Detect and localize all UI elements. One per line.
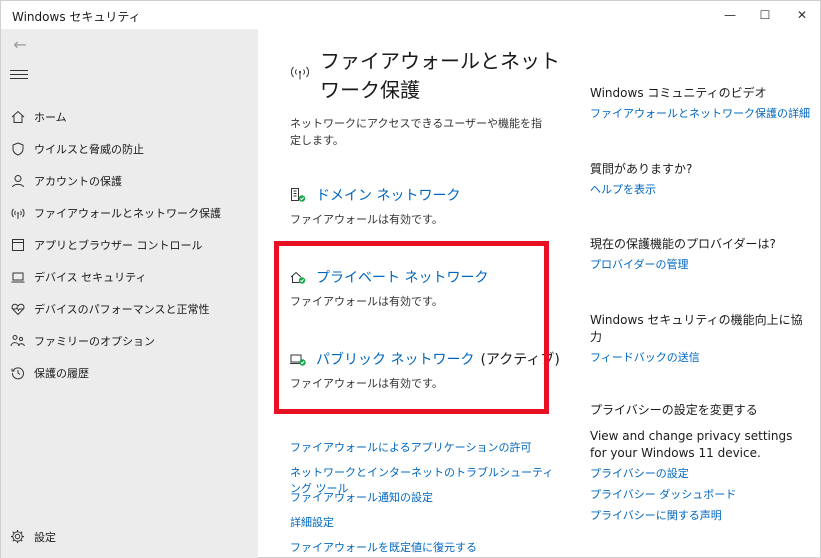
- window-title: Windows セキュリティ: [12, 10, 141, 24]
- feedback-section: Windows セキュリティの機能向上に協力 フィードバックの送信: [590, 312, 810, 366]
- sidebar: ← ホーム ウイルスと脅威の防止 アカウントの保護 ファイアウォールとネットワー…: [1, 29, 258, 558]
- sidebar-item-settings[interactable]: 設定: [1, 523, 258, 551]
- allow-app-link[interactable]: ファイアウォールによるアプリケーションの許可: [290, 440, 560, 465]
- family-icon: [10, 333, 26, 349]
- maximize-icon: ☐: [759, 8, 771, 22]
- back-button[interactable]: ←: [10, 34, 30, 54]
- domain-network-icon: [290, 187, 308, 203]
- firewall-links: ファイアウォールによるアプリケーションの許可 ネットワークとインターネットのトラ…: [290, 440, 560, 558]
- settings-label: 設定: [34, 531, 56, 544]
- privacy-heading: プライバシーの設定を変更する: [590, 403, 758, 417]
- heart-icon: [10, 301, 26, 317]
- title-bar: Windows セキュリティ — ☐ ✕: [1, 1, 820, 29]
- sidebar-item-app-browser[interactable]: アプリとブラウザー コントロール: [1, 231, 258, 259]
- provider-heading: 現在の保護機能のプロバイダーは?: [590, 237, 776, 251]
- gear-icon: [10, 529, 26, 545]
- sidebar-item-label: アプリとブラウザー コントロール: [34, 239, 203, 252]
- sidebar-item-device-security[interactable]: デバイス セキュリティ: [1, 263, 258, 291]
- advanced-settings-link[interactable]: 詳細設定: [290, 515, 560, 540]
- provider-section: 現在の保護機能のプロバイダーは? プロバイダーの管理: [590, 236, 810, 273]
- main-content: ファイアウォールとネットワーク保護 ネットワークにアクセスできるユーザーや機能を…: [259, 29, 564, 558]
- minimize-button[interactable]: —: [715, 1, 745, 29]
- page-title: ファイアウォールとネットワーク保護: [320, 49, 560, 102]
- firewall-details-link[interactable]: ファイアウォールとネットワーク保護の詳細: [590, 106, 810, 122]
- maximize-button[interactable]: ☐: [750, 1, 780, 29]
- shield-icon: [10, 141, 26, 157]
- sidebar-item-label: アカウントの保護: [34, 175, 122, 188]
- sidebar-item-family[interactable]: ファミリーのオプション: [1, 327, 258, 355]
- laptop-icon: [10, 269, 26, 285]
- domain-network[interactable]: ドメイン ネットワーク ファイアウォールは有効です。: [290, 185, 560, 227]
- notification-settings-link[interactable]: ファイアウォール通知の設定: [290, 490, 560, 515]
- app-window-icon: [10, 237, 26, 253]
- menu-icon[interactable]: [10, 67, 28, 83]
- sidebar-item-label: デバイス セキュリティ: [34, 271, 147, 284]
- privacy-statement-link[interactable]: プライバシーに関する声明: [590, 508, 810, 524]
- send-feedback-link[interactable]: フィードバックの送信: [590, 350, 810, 366]
- restore-defaults-link[interactable]: ファイアウォールを既定値に復元する: [290, 540, 560, 558]
- close-button[interactable]: ✕: [787, 1, 817, 29]
- sidebar-item-label: 保護の履歴: [34, 367, 89, 380]
- community-section: Windows コミュニティのビデオ ファイアウォールとネットワーク保護の詳細: [590, 85, 810, 122]
- windows-security-window: Windows セキュリティ — ☐ ✕ ← ホーム ウイルスと脅威の防止 アカ…: [0, 0, 821, 558]
- privacy-settings-link[interactable]: プライバシーの設定: [590, 466, 810, 482]
- minimize-icon: —: [724, 8, 736, 22]
- domain-network-status: ファイアウォールは有効です。: [290, 213, 443, 226]
- manage-providers-link[interactable]: プロバイダーの管理: [590, 257, 810, 273]
- troubleshooter-link[interactable]: ネットワークとインターネットのトラブルシューティング ツール: [290, 465, 560, 495]
- get-help-link[interactable]: ヘルプを表示: [590, 182, 810, 198]
- sidebar-item-protection-history[interactable]: 保護の履歴: [1, 359, 258, 387]
- highlight-box: [274, 241, 549, 414]
- sidebar-item-label: デバイスのパフォーマンスと正常性: [34, 303, 210, 316]
- back-arrow-icon: ←: [13, 34, 27, 54]
- antenna-icon: [289, 64, 311, 80]
- feedback-heading: Windows セキュリティの機能向上に協力: [590, 313, 803, 344]
- community-heading: Windows コミュニティのビデオ: [590, 86, 767, 100]
- history-icon: [10, 365, 26, 381]
- close-icon: ✕: [796, 8, 808, 22]
- privacy-text: View and change privacy settings for you…: [590, 429, 793, 460]
- sidebar-item-firewall[interactable]: ファイアウォールとネットワーク保護: [1, 199, 258, 227]
- sidebar-item-home[interactable]: ホーム: [1, 103, 258, 131]
- help-section: 質問がありますか? ヘルプを表示: [590, 161, 810, 198]
- sidebar-item-label: ファイアウォールとネットワーク保護: [34, 207, 221, 220]
- page-description: ネットワークにアクセスできるユーザーや機能を指定します。: [290, 117, 543, 147]
- sidebar-item-account[interactable]: アカウントの保護: [1, 167, 258, 195]
- privacy-section: プライバシーの設定を変更する View and change privacy s…: [590, 402, 810, 524]
- sidebar-item-label: ホーム: [34, 111, 67, 124]
- antenna-icon: [10, 205, 26, 221]
- privacy-dashboard-link[interactable]: プライバシー ダッシュボード: [590, 487, 810, 503]
- person-icon: [10, 173, 26, 189]
- help-heading: 質問がありますか?: [590, 162, 693, 176]
- sidebar-item-virus-protection[interactable]: ウイルスと脅威の防止: [1, 135, 258, 163]
- sidebar-item-label: ウイルスと脅威の防止: [34, 143, 144, 156]
- sidebar-item-device-performance[interactable]: デバイスのパフォーマンスと正常性: [1, 295, 258, 323]
- domain-network-link[interactable]: ドメイン ネットワーク: [316, 185, 460, 205]
- home-icon: [10, 109, 26, 125]
- sidebar-item-label: ファミリーのオプション: [34, 335, 155, 348]
